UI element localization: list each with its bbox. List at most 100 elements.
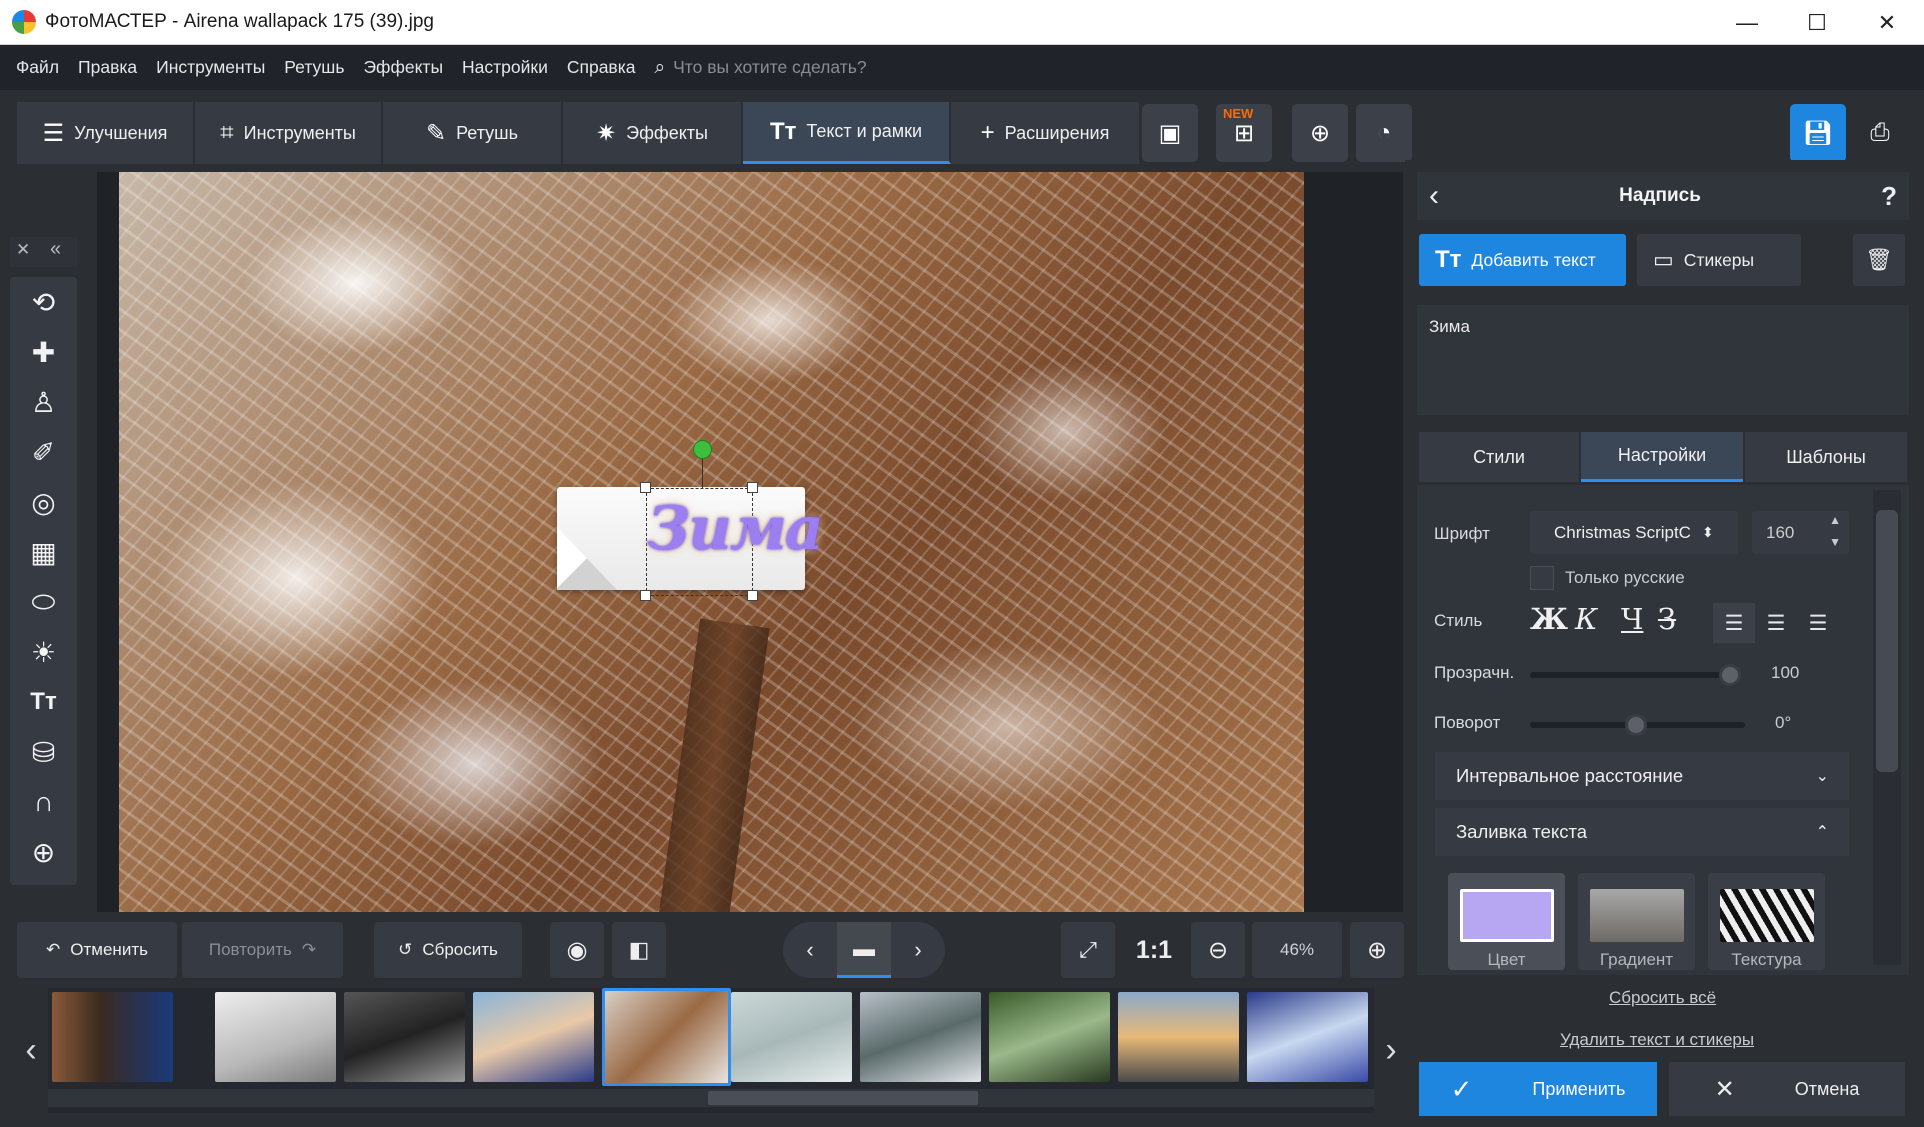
menu-tools[interactable]: Инструменты xyxy=(156,57,265,78)
opacity-knob[interactable] xyxy=(1719,664,1741,686)
save-button[interactable]: 💾︎ xyxy=(1790,104,1846,162)
stickers-button[interactable]: ▭ Стикеры xyxy=(1637,234,1801,286)
font-select[interactable]: Christmas ScriptC ⬍ xyxy=(1530,511,1738,554)
add-preset-button[interactable]: ⊕ xyxy=(1292,104,1348,162)
adjust-brush-icon[interactable]: ✐ xyxy=(10,427,77,477)
reset-button[interactable]: ↺ Сбросить xyxy=(374,922,522,978)
rotate-crop-icon[interactable]: ⟲ xyxy=(10,277,77,327)
thumbnail[interactable] xyxy=(52,992,173,1082)
thumbnail[interactable] xyxy=(215,992,336,1082)
light-icon[interactable]: ☀ xyxy=(10,627,77,677)
rotation-knob[interactable] xyxy=(1625,714,1647,736)
photo-canvas[interactable]: Зима xyxy=(119,172,1304,912)
resize-handle-tl[interactable] xyxy=(640,482,651,493)
menu-settings[interactable]: Настройки xyxy=(462,57,548,78)
thumbnail[interactable] xyxy=(1118,992,1239,1082)
film-prev-button[interactable]: ‹ xyxy=(14,988,48,1113)
new-feature-button[interactable]: ⊞ NEW xyxy=(1216,104,1272,162)
delete-button[interactable]: 🗑︎ xyxy=(1853,234,1905,286)
fill-bucket-icon[interactable]: ⛁ xyxy=(10,727,77,777)
underline-button[interactable]: Ч xyxy=(1621,602,1643,636)
align-left-button[interactable]: ☰ xyxy=(1713,603,1755,643)
menu-file[interactable]: Файл xyxy=(16,57,59,78)
tab-extensions[interactable]: + Расширения xyxy=(951,102,1141,164)
text-caption[interactable]: Зима xyxy=(647,494,824,564)
liquify-icon[interactable]: ⊕ xyxy=(10,827,77,877)
menu-retouch[interactable]: Ретушь xyxy=(284,57,344,78)
panel-scrollbar[interactable] xyxy=(1873,490,1901,965)
opacity-slider[interactable] xyxy=(1530,672,1738,678)
fill-gradient-option[interactable]: Градиент xyxy=(1578,873,1695,970)
minimize-button[interactable]: — xyxy=(1712,0,1782,45)
maximize-button[interactable]: ☐ xyxy=(1782,0,1852,45)
resize-handle-bl[interactable] xyxy=(640,590,651,601)
filmstrip-scrollbar[interactable] xyxy=(48,1089,1374,1107)
resize-handle-br[interactable] xyxy=(747,590,758,601)
cancel-button[interactable]: ✕ Отмена xyxy=(1669,1062,1905,1116)
film-next-button[interactable]: › xyxy=(1374,988,1408,1113)
zoom-level[interactable]: 46% xyxy=(1252,922,1342,978)
reset-all-link[interactable]: Сбросить всё xyxy=(1609,988,1716,1008)
tab-text-frames[interactable]: Tт Текст и рамки xyxy=(743,102,951,164)
add-text-button[interactable]: Tт Добавить текст xyxy=(1419,234,1626,286)
menu-effects[interactable]: Эффекты xyxy=(363,57,443,78)
fit-screen-button[interactable]: ⤢ xyxy=(1061,922,1115,978)
fill-texture-option[interactable]: Текстура xyxy=(1708,873,1825,970)
menu-help[interactable]: Справка xyxy=(567,57,636,78)
gradient-filter-icon[interactable]: ▦ xyxy=(10,527,77,577)
bold-button[interactable]: Ж xyxy=(1530,602,1568,636)
scrollbar-thumb[interactable] xyxy=(1876,510,1898,772)
tab-retouch[interactable]: ✎ Ретушь xyxy=(383,102,563,164)
command-search-input[interactable]: Что вы хотите сделать? xyxy=(673,57,866,78)
zoom-in-button[interactable]: ⊕ xyxy=(1350,922,1404,978)
spacing-section[interactable]: Интервальное расстояние ⌄ xyxy=(1435,752,1849,800)
print-button[interactable]: ⎙ xyxy=(1852,104,1908,162)
tab-templates[interactable]: Шаблоны xyxy=(1745,432,1907,482)
preview-button[interactable]: ◉ xyxy=(550,922,604,978)
replace-photo-button[interactable]: ▣ xyxy=(1142,104,1198,162)
next-photo-button[interactable]: › xyxy=(891,937,945,963)
thumbnail[interactable] xyxy=(1247,992,1368,1082)
align-right-button[interactable]: ☰ xyxy=(1797,603,1839,643)
apply-button[interactable]: ✓ Применить xyxy=(1419,1062,1657,1116)
font-size-stepper[interactable]: 160 ▲ ▼ xyxy=(1752,511,1849,554)
chevron-down-icon[interactable]: ▼ xyxy=(1829,535,1841,549)
only-russian-checkbox[interactable] xyxy=(1530,566,1554,590)
collapse-icon[interactable]: « xyxy=(50,238,61,261)
thumbnail-selected[interactable] xyxy=(602,988,731,1086)
redo-button[interactable]: Повторить ↷ xyxy=(182,922,343,978)
chevron-up-icon[interactable]: ▲ xyxy=(1829,513,1841,527)
back-arrow-icon[interactable]: ‹ xyxy=(1429,179,1439,213)
compare-button[interactable]: ◧ xyxy=(612,922,666,978)
align-center-button[interactable]: ☰ xyxy=(1755,603,1797,643)
thumbnail[interactable] xyxy=(860,992,981,1082)
close-window-button[interactable]: ✕ xyxy=(1852,0,1922,45)
stamp-icon[interactable]: ♙ xyxy=(10,377,77,427)
patch-icon[interactable]: ✚ xyxy=(10,327,77,377)
tab-settings[interactable]: Настройки xyxy=(1581,432,1743,482)
rotate-handle[interactable] xyxy=(693,440,712,459)
resize-handle-tr[interactable] xyxy=(747,482,758,493)
folder-icon[interactable]: ▬ xyxy=(837,922,891,978)
text-input[interactable]: Зима xyxy=(1417,305,1909,415)
thumbnail[interactable] xyxy=(344,992,465,1082)
tab-effects[interactable]: ✷ Эффекты xyxy=(563,102,743,164)
vignette-icon[interactable]: ⬭ xyxy=(10,577,77,627)
clone-icon[interactable]: ∩ xyxy=(10,777,77,827)
menu-edit[interactable]: Правка xyxy=(78,57,137,78)
zoom-out-button[interactable]: ⊖ xyxy=(1191,922,1245,978)
tab-enhancements[interactable]: ☰ Улучшения xyxy=(17,102,195,164)
scrollbar-thumb[interactable] xyxy=(708,1091,978,1105)
delete-all-link[interactable]: Удалить текст и стикеры xyxy=(1560,1030,1754,1050)
radial-filter-icon[interactable]: ◎ xyxy=(10,477,77,527)
actual-size-button[interactable]: 1:1 xyxy=(1124,922,1184,978)
thumbnail[interactable] xyxy=(473,992,594,1082)
fill-color-option[interactable]: Цвет xyxy=(1448,873,1565,970)
preset-history-button[interactable]: ◔ xyxy=(1356,104,1412,162)
text-tool-icon[interactable]: Tт xyxy=(10,677,77,727)
strikethrough-button[interactable]: З xyxy=(1658,602,1676,636)
tab-tools[interactable]: ⌗ Инструменты xyxy=(195,102,383,164)
thumbnail[interactable] xyxy=(989,992,1110,1082)
tab-styles[interactable]: Стили xyxy=(1419,432,1579,482)
undo-button[interactable]: ↶ Отменить xyxy=(17,922,177,978)
